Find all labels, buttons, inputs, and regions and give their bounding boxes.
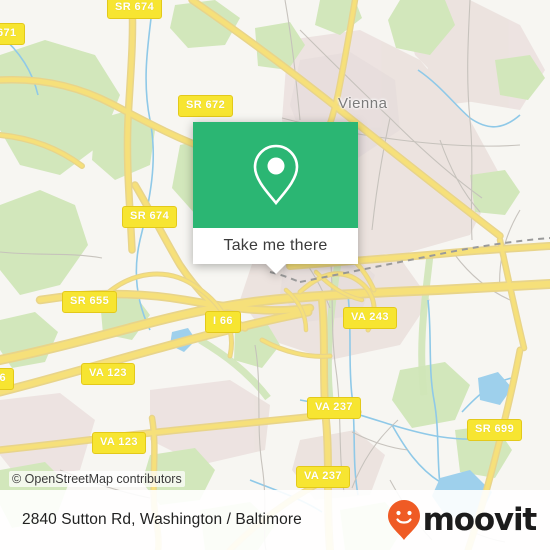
- info-card-pointer: [264, 263, 287, 274]
- info-card-image-area: [193, 122, 358, 228]
- road-shield: SR 699: [467, 419, 523, 441]
- road-shield: VA 237: [296, 466, 350, 488]
- address-label: 2840 Sutton Rd, Washington / Baltimore: [22, 511, 302, 528]
- map-canvas[interactable]: [0, 0, 550, 550]
- road-shield: VA 123: [81, 363, 135, 385]
- road-shield: 671: [0, 23, 25, 45]
- road-shield: VA 243: [343, 307, 397, 329]
- moovit-wordmark: moovit: [422, 501, 538, 538]
- road-shield: VA 123: [92, 432, 146, 454]
- map-pin-icon: [253, 144, 298, 206]
- moovit-smiley-pin-icon: [387, 500, 420, 540]
- take-me-there-label: Take me there: [223, 237, 328, 254]
- road-shield: SR 674: [122, 206, 178, 228]
- info-card-cta[interactable]: Take me there: [193, 228, 358, 274]
- location-info-card[interactable]: Take me there: [193, 122, 358, 274]
- moovit-logo[interactable]: moovit: [387, 499, 538, 541]
- road-shield: SR 672: [178, 95, 234, 117]
- road-shield: I 66: [205, 311, 241, 333]
- place-label-vienna: Vienna: [338, 95, 388, 112]
- road-shield: 66: [0, 368, 15, 390]
- road-shield: SR 674: [107, 0, 163, 19]
- map-screen: Vienna SR 674 671 SR 672 SR 674 SR 655 I…: [0, 0, 550, 550]
- bottom-bar: 2840 Sutton Rd, Washington / Baltimore m…: [0, 490, 550, 550]
- road-shield: SR 655: [62, 291, 118, 313]
- osm-attribution[interactable]: © OpenStreetMap contributors: [9, 471, 185, 487]
- road-shield: VA 237: [307, 397, 361, 419]
